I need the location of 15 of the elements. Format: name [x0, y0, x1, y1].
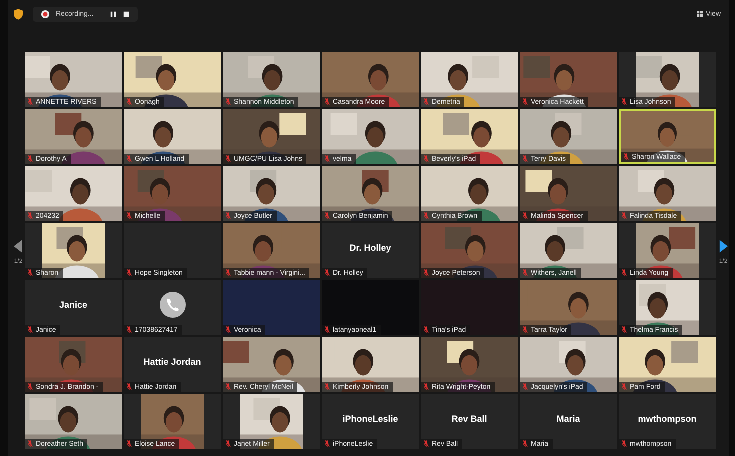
participant-name: Dr. Holley [350, 242, 392, 252]
record-icon [41, 10, 50, 18]
phone-icon [160, 292, 186, 318]
shield-icon[interactable] [14, 8, 23, 20]
previous-page-icon[interactable] [14, 240, 23, 253]
participant-name: Janice [59, 300, 88, 310]
pause-icon[interactable] [110, 10, 117, 18]
participant-name: Rev Ball [452, 414, 488, 424]
participant-name: Maria [556, 414, 580, 424]
participant-name: Hattie Jordan [144, 356, 202, 366]
participant-name: iPhoneLeslie [342, 414, 398, 424]
stop-icon[interactable] [122, 10, 130, 18]
next-page-icon[interactable] [719, 240, 728, 253]
grid-icon [696, 11, 703, 17]
participant-name: mwthompson [638, 414, 697, 424]
